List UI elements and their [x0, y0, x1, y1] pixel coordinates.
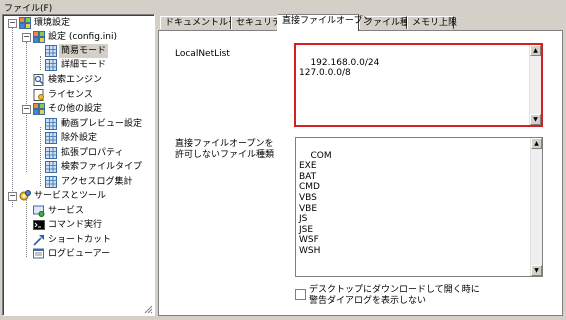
- tree-item-label: 拡張プロパティ: [61, 148, 124, 158]
- warn-dialog-label-line2: 警告ダイアログを表示しない: [309, 296, 427, 306]
- tree-item-label: 環境設定: [34, 18, 71, 28]
- log-viewer-icon: [33, 248, 44, 259]
- grid-icon: [45, 45, 57, 57]
- search-engine-icon: [33, 74, 44, 86]
- license-icon: [33, 89, 44, 101]
- tree-item-label: 設定 (config.ini): [48, 32, 117, 42]
- collapse-icon[interactable]: −: [8, 19, 17, 28]
- tree-item-label: その他の設定: [48, 104, 103, 114]
- file-menu[interactable]: ファイル(F): [4, 1, 52, 14]
- disallowed-types-label: 直接ファイルオープンを 許可しないファイル種類: [175, 139, 274, 161]
- tab-document-root[interactable]: ドキュメントルート: [160, 16, 246, 29]
- tab-direct-file-open[interactable]: 直接ファイルオープン: [277, 14, 371, 31]
- settings-root-icon: [19, 17, 31, 29]
- grid-icon: [45, 147, 57, 159]
- menu-bar: ファイル(F): [0, 0, 566, 14]
- tree-item-label: 簡易モード: [59, 44, 109, 58]
- collapse-icon[interactable]: −: [22, 105, 31, 114]
- settings-tree[interactable]: − 環境設定 − 設定 (config.ini) 簡易モード 詳細モード 検索エ…: [2, 14, 155, 316]
- warn-dialog-checkbox[interactable]: [295, 289, 306, 300]
- disallowed-types-label-line1: 直接ファイルオープンを: [175, 139, 274, 149]
- direct-file-open-panel: LocalNetList 192.168.0.0/24 127.0.0.0/8 …: [158, 30, 563, 316]
- scroll-down-icon[interactable]: ▼: [531, 265, 542, 276]
- tree-item-label: サービスとツール: [34, 191, 107, 201]
- warn-dialog-label: デスクトップにダウンロードして開く時に 警告ダイアログを表示しない: [309, 285, 480, 307]
- collapse-icon[interactable]: −: [8, 192, 17, 201]
- collapse-icon[interactable]: −: [22, 33, 31, 42]
- tree-item-label: コマンド実行: [48, 220, 103, 230]
- grid-icon: [45, 132, 57, 144]
- service-icon: [33, 205, 45, 217]
- tree-connector: [12, 27, 13, 207]
- local-net-list-textarea[interactable]: 192.168.0.0/24 127.0.0.0/8 ▲ ▼: [294, 43, 543, 127]
- grid-icon: [45, 59, 57, 71]
- tab-security[interactable]: セキュリティ: [231, 16, 289, 29]
- tree-connector: [40, 127, 41, 186]
- local-net-list-value: 192.168.0.0/24 127.0.0.0/8: [299, 57, 380, 79]
- disallowed-types-label-line2: 許可しないファイル種類: [175, 150, 275, 160]
- tree-item-label: サービス: [48, 206, 85, 216]
- vertical-scrollbar[interactable]: ▲ ▼: [529, 45, 541, 125]
- vertical-scrollbar[interactable]: ▲ ▼: [530, 138, 542, 276]
- tree-item-label: ライセンス: [48, 90, 93, 100]
- disallowed-types-value: COM EXE BAT CMD VBS VBE JS JSE WSF WSH: [299, 150, 332, 256]
- scroll-up-icon[interactable]: ▲: [530, 45, 541, 56]
- scroll-down-icon[interactable]: ▼: [530, 114, 541, 125]
- scroll-up-icon[interactable]: ▲: [531, 138, 542, 149]
- tree-item-label: 検索エンジン: [48, 75, 103, 85]
- tree-item-label: 動画プレビュー設定: [61, 119, 143, 129]
- grid-icon: [45, 118, 57, 130]
- warn-dialog-label-line1: デスクトップにダウンロードして開く時に: [309, 285, 480, 295]
- shortcut-icon: [33, 235, 44, 246]
- tree-item-label: アクセスログ集計: [61, 177, 133, 187]
- tree-connector: [26, 200, 27, 257]
- local-net-list-label: LocalNetList: [175, 49, 230, 59]
- grid-icon: [45, 161, 57, 173]
- services-tools-icon: [19, 190, 31, 201]
- tree-item-label: ログビューアー: [48, 249, 111, 259]
- tree-item-label: 検索ファイルタイプ: [61, 162, 143, 172]
- tree-connector: [40, 56, 41, 70]
- tree-item-label: 詳細モード: [61, 60, 107, 70]
- tree-item-label: ショートカット: [48, 235, 112, 245]
- tab-memory-limit[interactable]: メモリ上限: [407, 16, 457, 29]
- tree-item-label: 除外設定: [61, 133, 98, 143]
- disallowed-types-textarea[interactable]: COM EXE BAT CMD VBS VBE JS JSE WSF WSH ▲…: [295, 137, 543, 277]
- settings-icon: [33, 31, 45, 43]
- command-icon: [33, 220, 45, 230]
- settings-icon: [33, 103, 45, 115]
- grid-icon: [45, 176, 57, 188]
- resize-grip-icon[interactable]: [143, 304, 153, 314]
